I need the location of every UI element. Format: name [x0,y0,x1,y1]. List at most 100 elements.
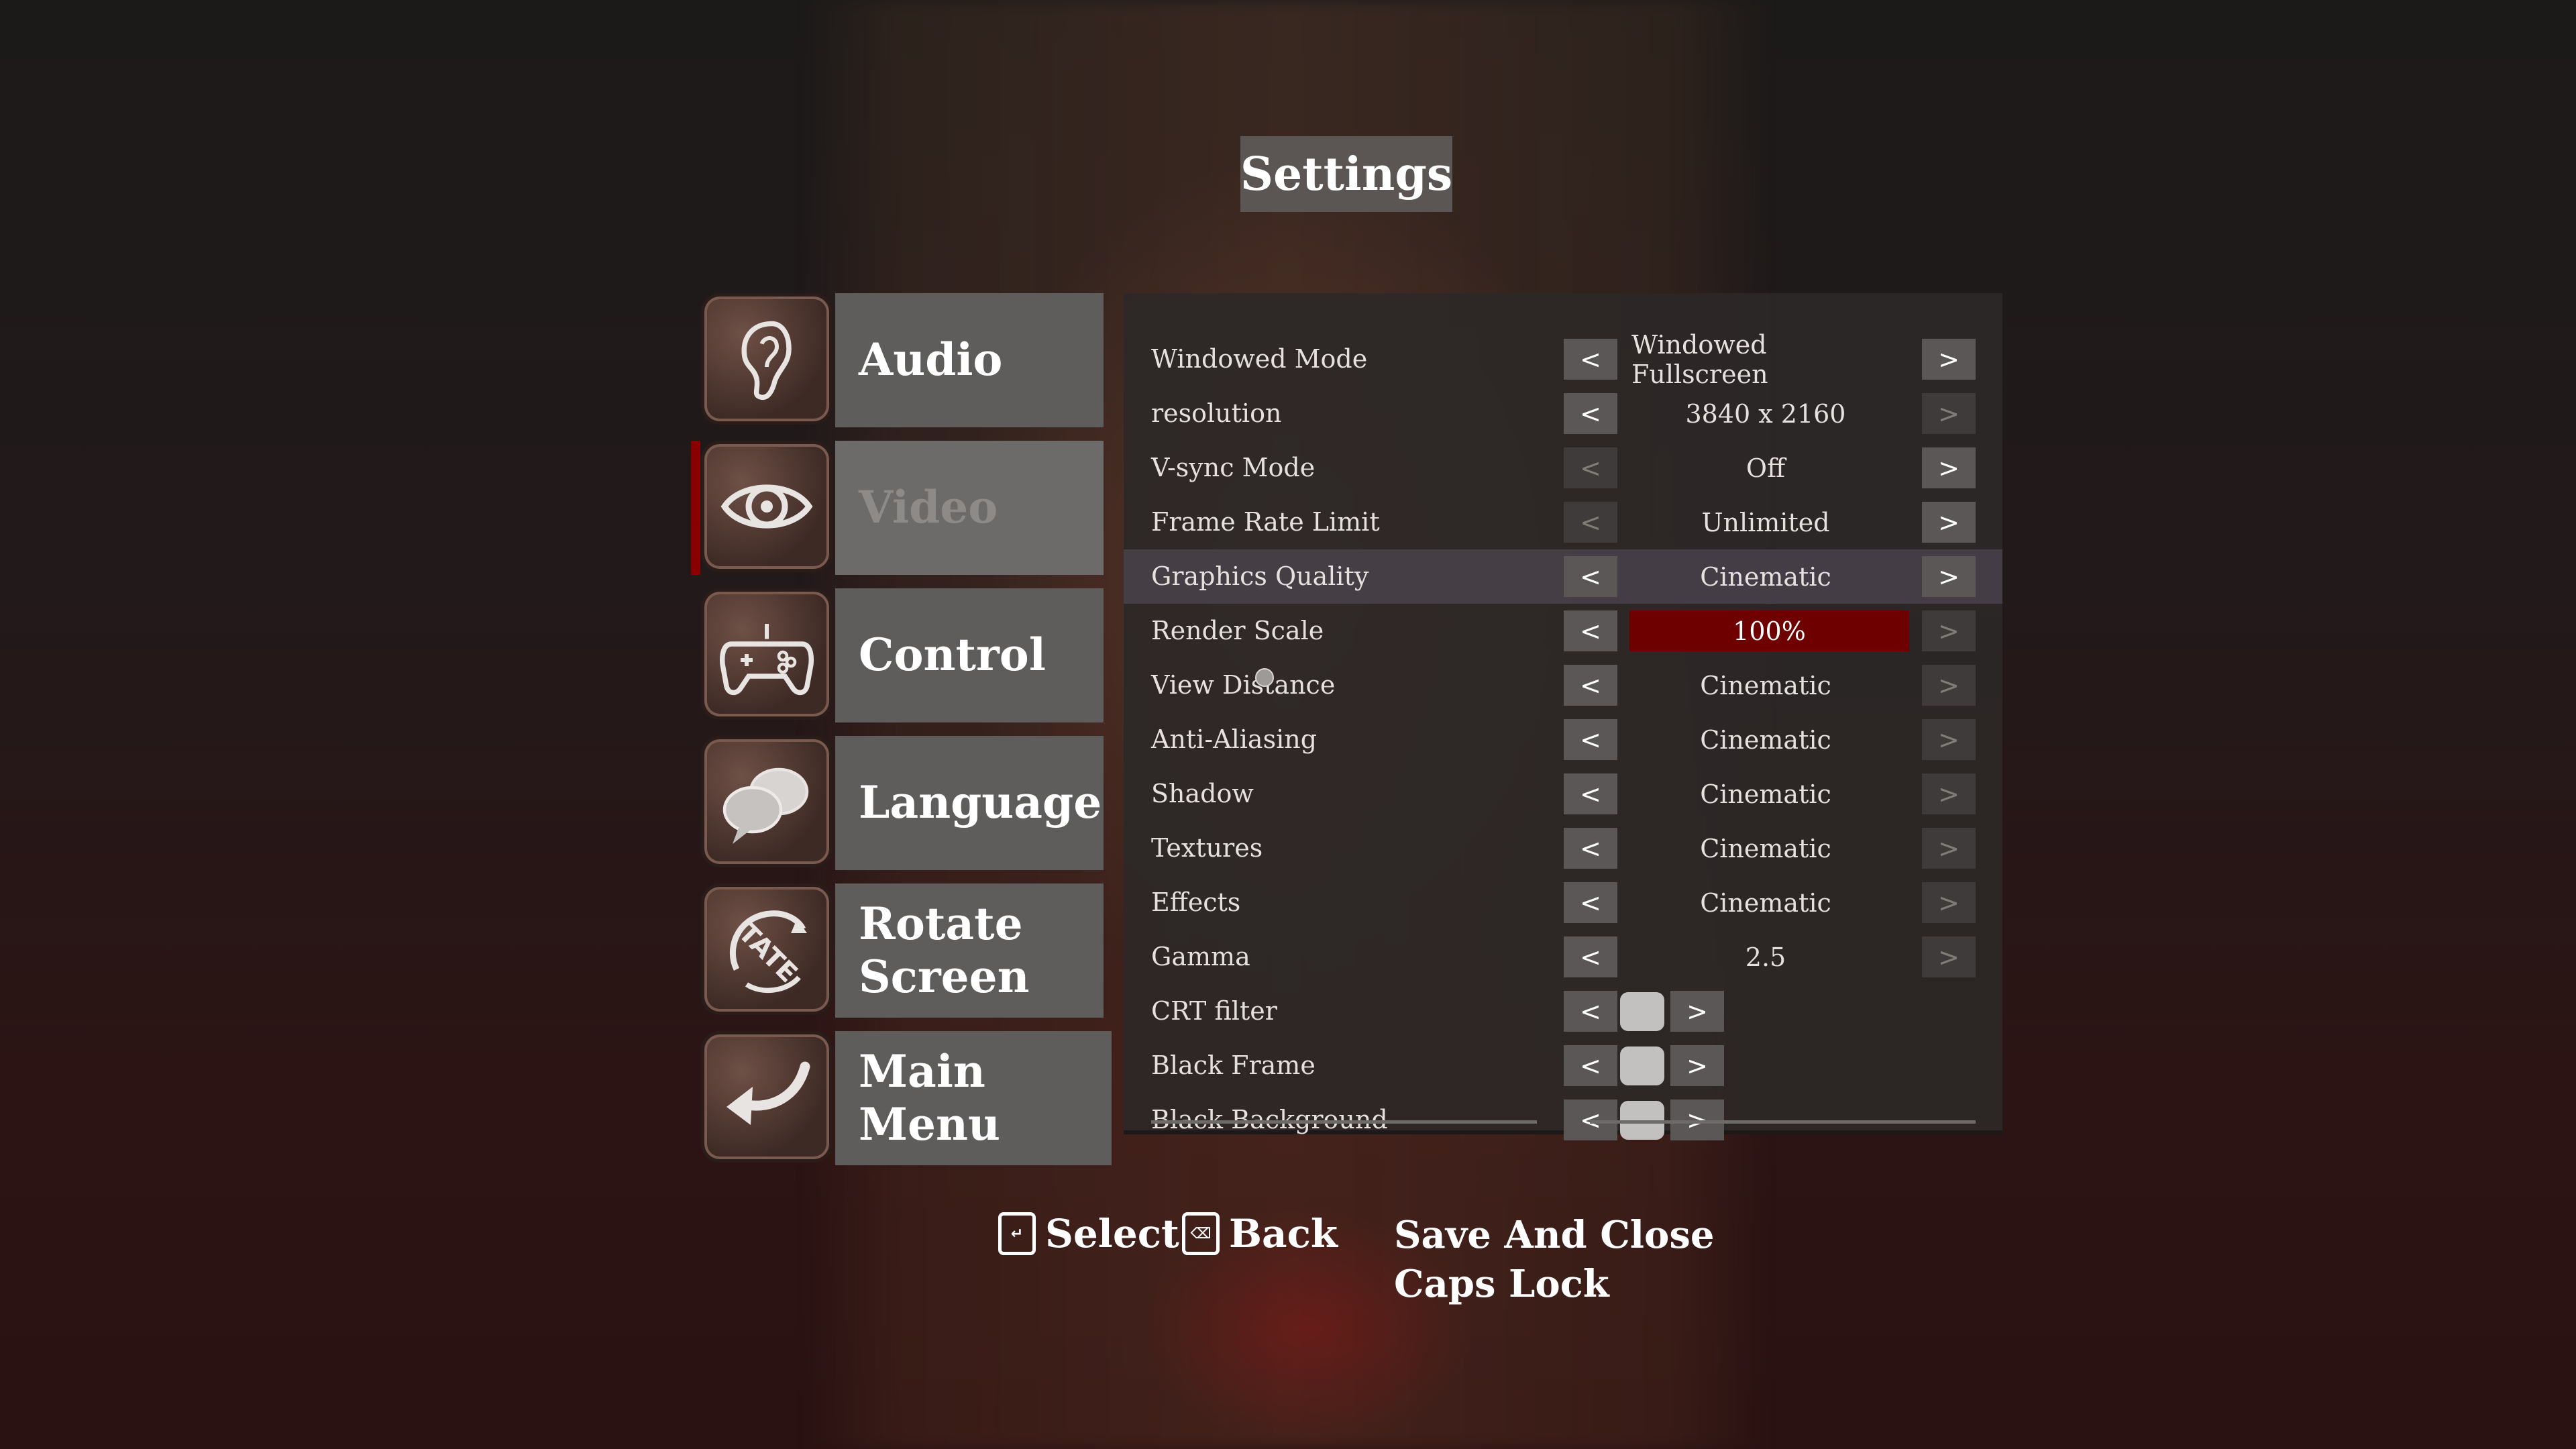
setting-row-effects: Effects < Cinematic > [1124,875,2002,930]
save-and-close-hint[interactable]: Save And Close Caps Lock [1394,1211,1715,1309]
setting-value: Windowed Fullscreen [1631,329,1768,389]
setting-label: Anti-Aliasing [1151,724,1318,754]
setting-label: resolution [1151,398,1282,428]
setting-row-crt-filter: CRT filter < > [1124,984,2002,1038]
speech-bubbles-icon [701,736,833,867]
menu-label: Video [835,441,1104,575]
prev-option-button[interactable]: < [1564,610,1617,651]
back-hint[interactable]: ⌫ Back [1182,1211,1338,1256]
setting-label: Frame Rate Limit [1151,507,1380,537]
prev-option-button[interactable]: < [1564,828,1617,869]
setting-value: Cinematic [1700,670,1831,700]
prev-option-button[interactable]: < [1564,339,1617,380]
next-option-button[interactable]: > [1922,773,1976,814]
setting-row-view-distance: View Distance < Cinematic > [1124,658,2002,712]
prev-option-button[interactable]: < [1564,665,1617,706]
next-option-button[interactable]: > [1922,502,1976,543]
setting-row-vsync-mode: V-sync Mode < Off > [1124,441,2002,495]
menu-item-main-menu[interactable]: Main Menu [701,1031,1112,1165]
setting-row-shadow: Shadow < Cinematic > [1124,767,2002,821]
setting-label: Shadow [1151,779,1254,808]
page-title: Settings [1240,136,1452,212]
active-indicator [691,441,700,575]
menu-item-language[interactable]: Language [701,736,1110,870]
settings-panel: Windowed Mode < Windowed Fullscreen > re… [1124,293,2002,1140]
tate-rotate-icon: TATE [701,883,833,1015]
gamepad-icon [701,588,833,720]
mouse-cursor [1255,668,1274,687]
setting-label: Render Scale [1151,616,1324,645]
prev-option-button[interactable]: < [1564,719,1617,760]
menu-item-video[interactable]: Video [701,441,1110,575]
setting-label: Textures [1151,833,1263,863]
next-option-button[interactable]: > [1922,882,1976,923]
setting-label: Windowed Mode [1151,344,1368,374]
next-option-button[interactable]: > [1922,447,1976,488]
next-option-button[interactable]: > [1922,339,1976,380]
render-scale-bar[interactable]: 100% [1629,610,1909,651]
ear-icon [701,293,833,425]
setting-value: Cinematic [1700,724,1831,755]
prev-option-button[interactable]: < [1564,556,1617,597]
setting-value: Cinematic [1700,888,1831,918]
scrollbar-left[interactable] [1151,1120,1537,1124]
setting-value: 2.5 [1745,942,1786,972]
menu-label: Language [835,736,1104,870]
svg-text:TATE: TATE [733,918,803,988]
next-option-button[interactable]: > [1922,393,1976,434]
enter-key-icon: ↵ [998,1212,1036,1255]
next-option-button[interactable]: > [1670,991,1724,1032]
prev-option-button[interactable]: < [1564,882,1617,923]
setting-label: V-sync Mode [1151,453,1316,482]
setting-value: 3840 x 2160 [1685,398,1846,429]
menu-label: Audio [835,293,1104,427]
save-label: Save And Close [1394,1213,1715,1257]
prev-option-button[interactable]: < [1564,393,1617,434]
select-hint[interactable]: ↵ Select [998,1211,1179,1256]
back-label: Back [1229,1211,1338,1256]
menu-label: Main Menu [835,1031,1112,1165]
setting-row-resolution: resolution < 3840 x 2160 > [1124,386,2002,441]
setting-row-frame-rate-limit: Frame Rate Limit < Unlimited > [1124,495,2002,549]
setting-row-gamma: Gamma < 2.5 > [1124,930,2002,984]
next-option-button[interactable]: > [1922,719,1976,760]
prev-option-button[interactable]: < [1564,447,1617,488]
setting-row-graphics-quality: Graphics Quality < Cinematic > [1124,549,2002,604]
eye-icon [701,441,833,572]
backspace-key-icon: ⌫ [1182,1212,1220,1255]
prev-option-button[interactable]: < [1564,991,1617,1032]
menu-label: Control [835,588,1104,722]
setting-row-anti-aliasing: Anti-Aliasing < Cinematic > [1124,712,2002,767]
setting-value: Cinematic [1700,833,1831,863]
setting-value: Cinematic [1700,561,1831,592]
crt-filter-checkbox[interactable] [1619,991,1666,1032]
next-option-button[interactable]: > [1922,556,1976,597]
setting-row-render-scale: Render Scale < 100% > [1124,604,2002,658]
setting-row-windowed-mode: Windowed Mode < Windowed Fullscreen > [1124,329,2002,389]
menu-item-audio[interactable]: Audio [701,293,1110,427]
prev-option-button[interactable]: < [1564,773,1617,814]
setting-label: Effects [1151,888,1241,917]
menu-item-rotate-screen[interactable]: TATE Rotate Screen [701,883,1110,1018]
setting-label: Graphics Quality [1151,561,1369,591]
prev-option-button[interactable]: < [1564,936,1617,977]
setting-value: Unlimited [1701,507,1830,537]
menu-label: Rotate Screen [835,883,1104,1018]
setting-row-black-background-content: Black Background < > [1124,1066,2002,1140]
select-label: Select [1045,1211,1179,1256]
prev-option-button[interactable]: < [1564,502,1617,543]
setting-value: Cinematic [1700,779,1831,809]
scrollbar-right[interactable] [1590,1120,1976,1124]
next-option-button[interactable]: > [1922,936,1976,977]
next-option-button[interactable]: > [1922,665,1976,706]
setting-value: Off [1746,453,1786,483]
setting-row-textures: Textures < Cinematic > [1124,821,2002,875]
caps-lock-label: Caps Lock [1394,1262,1609,1306]
next-option-button[interactable]: > [1922,610,1976,651]
setting-label: CRT filter [1151,996,1277,1026]
setting-label: View Distance [1151,670,1336,700]
menu-item-control[interactable]: Control [701,588,1110,722]
back-arrow-icon [701,1031,833,1163]
setting-label: Gamma [1151,942,1250,971]
next-option-button[interactable]: > [1922,828,1976,869]
